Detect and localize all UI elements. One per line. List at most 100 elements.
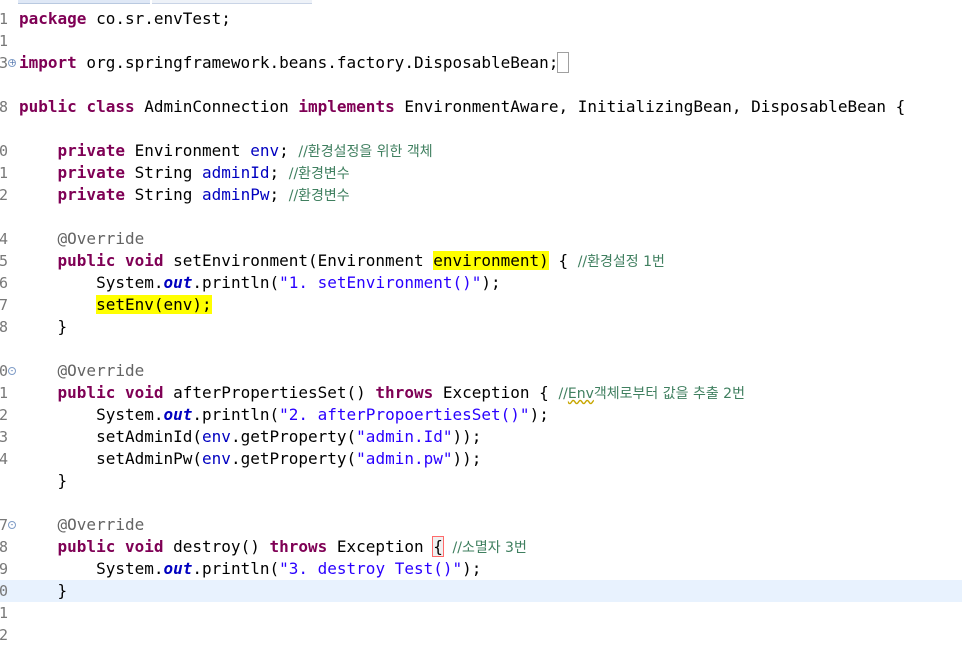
- code-line[interactable]: 1 private String adminId; //환경변수: [0, 162, 962, 184]
- code-line[interactable]: 3 + import org.springframework.beans.facto…: [0, 52, 962, 74]
- code-line[interactable]: [0, 206, 962, 228]
- code-text[interactable]: }: [19, 580, 68, 602]
- code-text[interactable]: System.out.println("1. setEnvironment()"…: [19, 272, 501, 294]
- code-text: {: [548, 251, 578, 270]
- code-text[interactable]: setAdminPw(env.getProperty("admin.pw"));: [19, 448, 481, 470]
- code-text: EnvironmentAware, InitializingBean, Disp…: [394, 97, 906, 116]
- line-number: 3: [0, 52, 8, 74]
- folded-imports-marker[interactable]: [557, 52, 570, 73]
- code-text: String: [124, 185, 203, 204]
- line-number: 0: [0, 580, 8, 602]
- code-line[interactable]: [0, 492, 962, 514]
- code-line[interactable]: 4 @Override: [0, 228, 962, 250]
- code-line[interactable]: 8 public class AdminConnection implements…: [0, 96, 962, 118]
- code-line[interactable]: [0, 118, 962, 140]
- string-literal: "3. destroy Test()": [279, 559, 463, 578]
- code-text: ));: [452, 427, 482, 446]
- code-text: Environment: [124, 141, 251, 160]
- code-line[interactable]: 9 System.out.println("3. destroy Test()"…: [0, 558, 962, 580]
- code-text[interactable]: setEnv(env);: [19, 294, 212, 316]
- code-text[interactable]: public void destroy() throws Exception {…: [19, 536, 527, 558]
- code-text[interactable]: public void setEnvironment(Environment e…: [19, 250, 665, 272]
- line-number: [0, 206, 8, 228]
- code-text[interactable]: @Override: [19, 514, 145, 536]
- expand-fold-icon[interactable]: +: [8, 59, 16, 67]
- code-text: setEnvironment(Environment: [163, 251, 434, 270]
- code-text[interactable]: setAdminId(env.getProperty("admin.Id"));: [19, 426, 481, 448]
- line-number-text: 2: [0, 186, 8, 204]
- code-text: .getProperty(: [230, 449, 357, 468]
- code-text[interactable]: private String adminId; //환경변수: [19, 162, 350, 184]
- editor-tab[interactable]: [152, 0, 312, 4]
- line-number-text: 7: [0, 296, 8, 314]
- code-line[interactable]: }: [0, 470, 962, 492]
- code-text: setAdminId(: [19, 427, 203, 446]
- editor-tab[interactable]: [0, 0, 150, 4]
- code-text[interactable]: public class AdminConnection implements …: [19, 96, 905, 118]
- code-line[interactable]: [0, 338, 962, 360]
- line-number-text: 3: [0, 428, 8, 446]
- code-line[interactable]: 5 public void setEnvironment(Environment…: [0, 250, 962, 272]
- code-text[interactable]: @Override: [19, 360, 145, 382]
- code-text: Exception {: [433, 383, 559, 402]
- line-number-text: 6: [0, 274, 8, 292]
- code-line[interactable]: 7 setEnv(env);: [0, 294, 962, 316]
- code-line[interactable]: 1: [0, 30, 962, 52]
- line-number: 2: [0, 184, 8, 206]
- code-line[interactable]: 8 }: [0, 316, 962, 338]
- code-line[interactable]: 2 System.out.println("2. afterPropoertie…: [0, 404, 962, 426]
- line-number: [0, 470, 8, 492]
- code-line[interactable]: 0- @Override: [0, 360, 962, 382]
- code-line[interactable]: 0 private Environment env; //환경설정을 위한 객체: [0, 140, 962, 162]
- code-line[interactable]: 8 public void destroy() throws Exception…: [0, 536, 962, 558]
- code-text: Exception: [327, 537, 434, 556]
- code-editor[interactable]: 1 package co.sr.envTest; 1 3 + import org.spr…: [0, 0, 962, 653]
- line-number: 4: [0, 228, 8, 250]
- code-text: .getProperty(: [230, 427, 357, 446]
- line-number-text: 1: [0, 164, 8, 182]
- comment: //환경변수: [288, 166, 350, 182]
- collapse-fold-icon[interactable]: -: [8, 367, 16, 375]
- code-line[interactable]: 2 private String adminPw; //환경변수: [0, 184, 962, 206]
- code-line[interactable]: 2: [0, 624, 962, 646]
- code-line[interactable]: 6 System.out.println("1. setEnvironment(…: [0, 272, 962, 294]
- code-text: afterPropertiesSet(): [163, 383, 376, 402]
- line-number: 4: [0, 448, 8, 470]
- line-number: 0: [0, 360, 8, 382]
- code-text[interactable]: private String adminPw; //환경변수: [19, 184, 350, 206]
- code-line[interactable]: [0, 74, 962, 96]
- code-text: System.: [19, 273, 164, 292]
- code-text[interactable]: System.out.println("2. afterPropoertiesS…: [19, 404, 549, 426]
- code-text[interactable]: }: [19, 316, 68, 338]
- comment: //: [558, 386, 568, 402]
- code-text: System.: [19, 559, 164, 578]
- code-text[interactable]: import org.springframework.beans.factory…: [19, 52, 570, 74]
- code-line[interactable]: 3 setAdminId(env.getProperty("admin.Id")…: [0, 426, 962, 448]
- keyword: import: [19, 53, 77, 72]
- keyword: public: [57, 537, 116, 556]
- code-line[interactable]: 4 setAdminPw(env.getProperty("admin.pw")…: [0, 448, 962, 470]
- code-line[interactable]: 0 }: [0, 580, 962, 602]
- code-text[interactable]: public void afterPropertiesSet() throws …: [19, 382, 745, 404]
- code-line[interactable]: 7- @Override: [0, 514, 962, 536]
- code-text[interactable]: private Environment env; //환경설정을 위한 객체: [19, 140, 433, 162]
- code-text: }: [19, 581, 68, 600]
- code-text[interactable]: @Override: [19, 228, 145, 250]
- line-number: 8: [0, 96, 8, 118]
- code-line[interactable]: 1 package co.sr.envTest;: [0, 8, 962, 30]
- code-text[interactable]: System.out.println("3. destroy Test()");: [19, 558, 481, 580]
- collapse-fold-icon[interactable]: -: [8, 521, 16, 529]
- comment: Env: [567, 386, 594, 402]
- code-text[interactable]: package co.sr.envTest;: [19, 8, 231, 30]
- line-number: 7: [0, 514, 8, 536]
- code-line[interactable]: 1 public void afterPropertiesSet() throw…: [0, 382, 962, 404]
- line-number-text: 7: [0, 516, 8, 534]
- code-line[interactable]: 1: [0, 602, 962, 624]
- code-text[interactable]: }: [19, 470, 68, 492]
- line-number: 2: [0, 404, 8, 426]
